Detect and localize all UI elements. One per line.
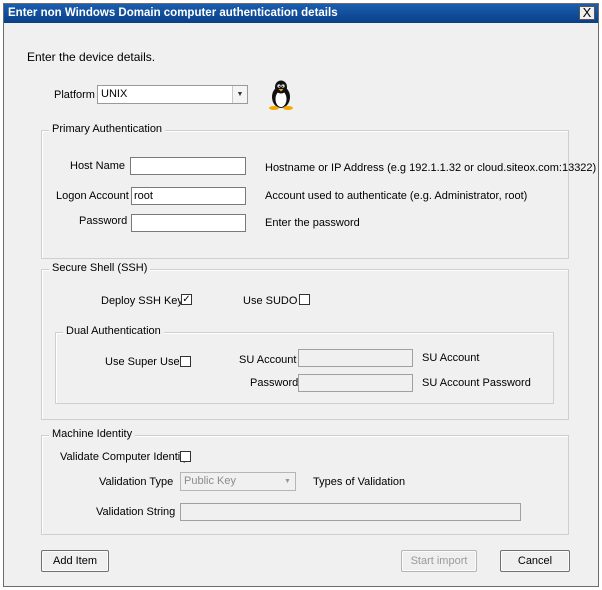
validation-type-hint: Types of Validation [313, 476, 406, 488]
su-account-hint: SU Account [422, 352, 480, 364]
validation-string-label: Validation String [96, 506, 176, 518]
validate-identity-checkbox[interactable] [180, 451, 191, 462]
logon-account-hint: Account used to authenticate (e.g. Admin… [265, 190, 528, 202]
password-label: Password [79, 215, 128, 227]
validation-type-value: Public Key [184, 475, 236, 487]
su-account-input[interactable] [298, 349, 413, 367]
logon-account-label: Logon Account [56, 190, 129, 202]
use-super-user-checkbox[interactable] [180, 356, 191, 367]
start-import-button[interactable]: Start import [401, 550, 477, 572]
platform-label: Platform [54, 89, 95, 101]
validation-string-input[interactable] [180, 503, 521, 521]
group-title-identity: Machine Identity [49, 428, 136, 440]
use-sudo-label: Use SUDO [243, 295, 298, 307]
use-sudo-checkbox[interactable] [299, 294, 310, 305]
su-password-input[interactable] [298, 374, 413, 392]
close-button[interactable]: X [579, 6, 595, 20]
chevron-down-icon[interactable]: ▼ [280, 473, 295, 490]
su-account-label: SU Account [239, 354, 297, 366]
host-name-hint: Hostname or IP Address (e.g 192.1.1.32 o… [265, 162, 597, 174]
add-item-button[interactable]: Add Item [41, 550, 109, 572]
window-title: Enter non Windows Domain computer authen… [8, 7, 338, 19]
validation-type-select[interactable]: Public Key ▼ [180, 472, 296, 491]
title-bar: Enter non Windows Domain computer authen… [4, 4, 598, 23]
deploy-ssh-key-label: Deploy SSH Key [101, 295, 183, 307]
chevron-down-icon[interactable]: ▼ [232, 86, 247, 103]
linux-penguin-icon [269, 80, 293, 110]
password-hint: Enter the password [265, 217, 360, 229]
dual-authentication-group: Dual Authentication [55, 325, 554, 404]
use-super-user-label: Use Super User [105, 356, 184, 368]
host-name-label: Host Name [70, 160, 126, 172]
intro-text: Enter the device details. [27, 50, 156, 64]
validate-identity-label: Validate Computer Identity [60, 451, 189, 463]
dialog-window: Enter non Windows Domain computer authen… [3, 3, 599, 587]
platform-value: UNIX [101, 88, 128, 100]
group-title-dual: Dual Authentication [63, 325, 164, 337]
su-password-hint: SU Account Password [422, 377, 531, 389]
group-title-primary: Primary Authentication [49, 123, 166, 135]
group-title-ssh: Secure Shell (SSH) [49, 262, 151, 274]
cancel-button[interactable]: Cancel [500, 550, 570, 572]
deploy-ssh-key-checkbox[interactable]: ✓ [181, 294, 192, 305]
host-name-input[interactable] [130, 157, 246, 175]
platform-select[interactable]: UNIX ▼ [97, 85, 248, 104]
password-input[interactable] [131, 214, 246, 232]
validation-type-label: Validation Type [99, 476, 174, 488]
su-password-label: Password [250, 377, 299, 389]
logon-account-input[interactable]: root [131, 187, 246, 205]
